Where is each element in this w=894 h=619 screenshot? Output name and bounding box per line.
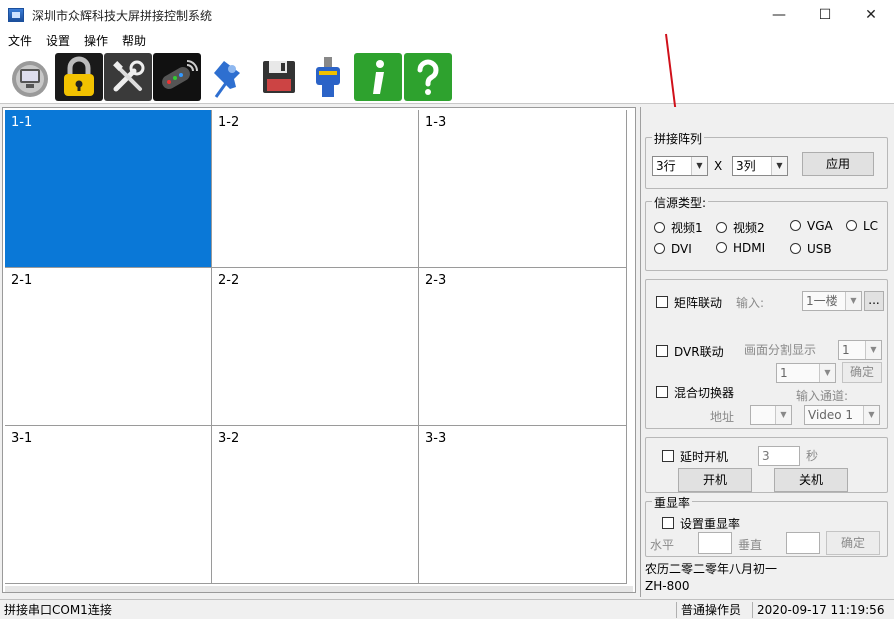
split-display-label: 画面分割显示 <box>744 343 817 357</box>
grid-cell-3-2[interactable]: 3-2 <box>212 426 419 584</box>
help-icon[interactable] <box>404 53 452 101</box>
array-legend: 拼接阵列 <box>652 130 705 147</box>
status-bar: 拼接串口COM1连接 普通操作员 2020-09-17 11:19:56 <box>0 599 894 619</box>
grid-cell-1-1[interactable]: 1-1 <box>5 110 212 268</box>
status-datetime: 2020-09-17 11:19:56 <box>752 602 894 618</box>
model-label: ZH-800 <box>645 579 690 593</box>
tools-icon[interactable] <box>104 53 152 101</box>
toolbar <box>0 50 894 104</box>
grid-cell-1-2[interactable]: 1-2 <box>212 110 419 268</box>
maximize-button[interactable]: ☐ <box>802 0 848 30</box>
array-group: 拼接阵列 3行 ▼ X 3列 ▼ 应用 <box>645 130 888 189</box>
menu-help[interactable]: 帮助 <box>122 32 146 49</box>
mixer-channel-select[interactable]: Video 1 ▼ <box>804 405 880 425</box>
power-group: 延时开机 3 秒 开机 关机 <box>645 437 888 493</box>
window-title: 深圳市众辉科技大屏拼接控制系统 <box>32 9 213 23</box>
remote-icon[interactable] <box>153 53 201 101</box>
grid-cell-2-1[interactable]: 2-1 <box>5 268 212 426</box>
info-icon[interactable] <box>354 53 402 101</box>
user-role: 普通操作员 <box>676 602 748 618</box>
refresh-rate-group: 重显率 设置重显率 水平 垂直 确定 <box>645 494 888 557</box>
connector-icon[interactable] <box>304 53 352 101</box>
radio-vga[interactable]: VGA <box>790 219 833 233</box>
mixer-channel-label: 输入通道: <box>796 389 849 403</box>
radio-hdmi[interactable]: HDMI <box>716 241 765 255</box>
chevron-down-icon: ▼ <box>775 406 791 424</box>
chevron-down-icon: ▼ <box>819 364 835 382</box>
delay-power-checkbox[interactable]: 延时开机 <box>662 448 728 465</box>
mixer-address-select[interactable]: ▼ <box>750 405 792 425</box>
matrix-link-checkbox[interactable]: 矩阵联动 <box>656 294 722 311</box>
matrix-more-button[interactable]: ... <box>864 291 884 311</box>
delay-seconds-input[interactable]: 3 <box>758 446 800 466</box>
grid-cell-2-3[interactable]: 2-3 <box>419 268 627 426</box>
source-type-group: 信源类型: 视频1 视频2 VGA LC DVI HDMI USB <box>645 194 888 271</box>
menu-settings[interactable]: 设置 <box>46 32 70 49</box>
split-select[interactable]: 1 ▼ <box>838 340 882 360</box>
matrix-input-label: 输入: <box>736 296 765 310</box>
lock-icon[interactable] <box>55 53 103 101</box>
grid-cell-2-2[interactable]: 2-2 <box>212 268 419 426</box>
array-separator: X <box>714 159 723 173</box>
chevron-down-icon: ▼ <box>863 406 879 424</box>
mixer-checkbox[interactable]: 混合切换器 <box>656 384 734 401</box>
refresh-confirm-button[interactable]: 确定 <box>826 531 880 555</box>
close-button[interactable]: ✕ <box>848 0 894 30</box>
grid-cell-3-3[interactable]: 3-3 <box>419 426 627 584</box>
rows-select[interactable]: 3行 ▼ <box>652 156 708 176</box>
radio-usb[interactable]: USB <box>790 242 832 256</box>
radio-video2[interactable]: 视频2 <box>716 219 765 236</box>
set-refresh-checkbox[interactable]: 设置重显率 <box>662 515 740 532</box>
horizontal-scrollbar[interactable] <box>5 586 633 592</box>
dvr-link-checkbox[interactable]: DVR联动 <box>656 343 724 360</box>
pin-icon[interactable] <box>206 53 254 101</box>
vertical-label: 垂直 <box>738 538 763 552</box>
power-on-button[interactable]: 开机 <box>678 468 752 492</box>
menu-bar: 文件 设置 操作 帮助 <box>0 30 894 50</box>
monitor-icon[interactable] <box>6 53 54 101</box>
radio-dvi[interactable]: DVI <box>654 242 692 256</box>
chevron-down-icon: ▼ <box>865 341 881 359</box>
dvr-confirm-button[interactable]: 确定 <box>842 362 882 383</box>
seconds-label: 秒 <box>806 449 819 463</box>
title-bar: 深圳市众辉科技大屏拼接控制系统 — ☐ ✕ <box>0 0 894 30</box>
chevron-down-icon: ▼ <box>691 157 707 175</box>
screen-grid: 1-1 1-2 1-3 2-1 2-2 2-3 3-1 3-2 3-3 <box>5 110 627 584</box>
source-type-legend: 信源类型: <box>652 194 709 211</box>
menu-operation[interactable]: 操作 <box>84 32 108 49</box>
power-off-button[interactable]: 关机 <box>774 468 848 492</box>
app-icon <box>8 8 24 22</box>
refresh-legend: 重显率 <box>652 494 693 511</box>
grid-cell-1-3[interactable]: 1-3 <box>419 110 627 268</box>
control-panel: 拼接阵列 3行 ▼ X 3列 ▼ 应用 信源类型: 视频1 视频2 VGA LC D… <box>640 107 892 597</box>
mixer-address-label: 地址 <box>710 410 735 424</box>
radio-video1[interactable]: 视频1 <box>654 219 703 236</box>
apply-button[interactable]: 应用 <box>802 152 874 176</box>
radio-lc[interactable]: LC <box>846 219 878 233</box>
save-icon[interactable] <box>255 53 303 101</box>
chevron-down-icon: ▼ <box>771 157 787 175</box>
cols-select[interactable]: 3列 ▼ <box>732 156 788 176</box>
horizontal-label: 水平 <box>650 538 675 552</box>
grid-cell-3-1[interactable]: 3-1 <box>5 426 212 584</box>
minimize-button[interactable]: — <box>756 0 802 30</box>
linkage-group: 矩阵联动 输入: 1一楼 ▼ ... DVR联动 画面分割显示 1 ▼ 1 ▼ 确定 … <box>645 279 888 429</box>
vertical-input[interactable] <box>786 532 820 554</box>
menu-file[interactable]: 文件 <box>8 32 32 49</box>
screen-grid-area: 1-1 1-2 1-3 2-1 2-2 2-3 3-1 3-2 3-3 <box>2 107 636 593</box>
chevron-down-icon: ▼ <box>845 292 861 310</box>
lunar-date: 农历二零二零年八月初一 <box>645 562 778 576</box>
horizontal-input[interactable] <box>698 532 732 554</box>
dvr-channel-select[interactable]: 1 ▼ <box>776 363 836 383</box>
matrix-input-select[interactable]: 1一楼 ▼ <box>802 291 862 311</box>
connection-status: 拼接串口COM1连接 <box>4 603 112 617</box>
